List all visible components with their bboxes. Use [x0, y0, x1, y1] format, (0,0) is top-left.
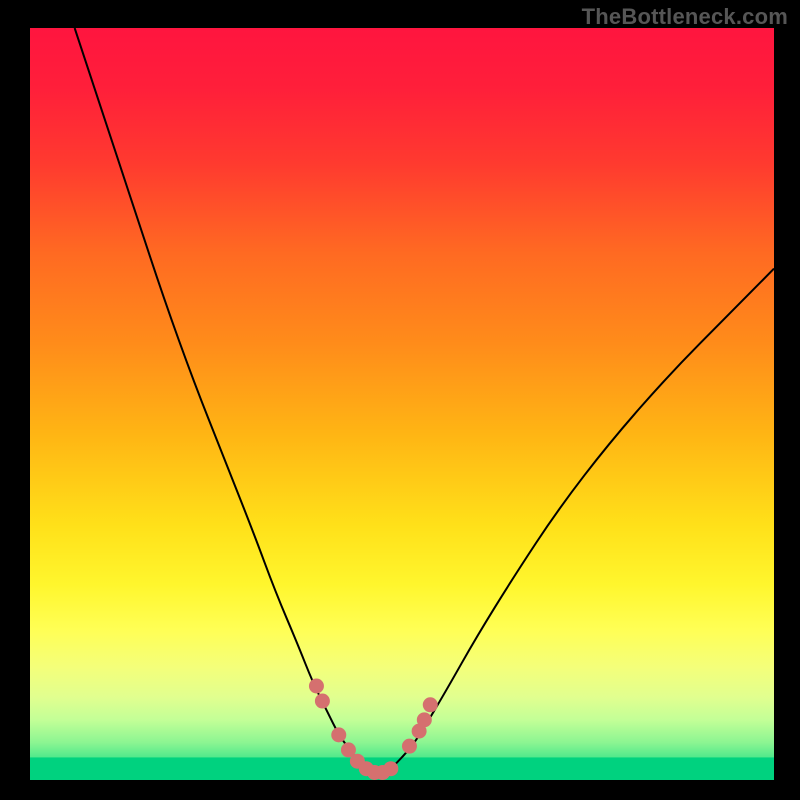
- green-band: [30, 757, 774, 780]
- plot-area: [30, 28, 774, 780]
- watermark-text: TheBottleneck.com: [582, 4, 788, 30]
- gradient-background: [30, 28, 774, 780]
- highlight-dot: [417, 712, 432, 727]
- highlight-dot: [423, 697, 438, 712]
- highlight-dot: [402, 739, 417, 754]
- highlight-dot: [331, 727, 346, 742]
- highlight-dot: [309, 679, 324, 694]
- highlight-dot: [383, 761, 398, 776]
- chart-frame: TheBottleneck.com: [0, 0, 800, 800]
- bottleneck-curve-chart: [30, 28, 774, 780]
- highlight-dot: [315, 694, 330, 709]
